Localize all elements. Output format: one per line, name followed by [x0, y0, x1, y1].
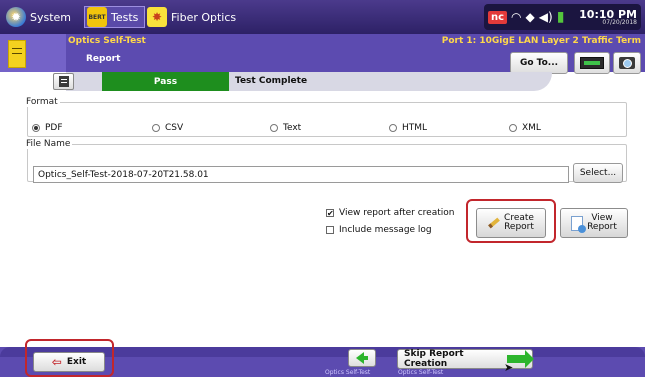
test-state-text: Test Complete — [235, 76, 308, 86]
exit-highlight — [25, 339, 114, 377]
test-status-button[interactable] — [574, 52, 610, 74]
format-group: Format PDF CSV Text HTML XML — [26, 97, 627, 137]
create-report-highlight — [466, 199, 556, 243]
bert-icon: BERT — [87, 7, 107, 27]
checkbox-icon — [326, 226, 334, 234]
pass-status-badge: Pass — [102, 72, 229, 91]
back-caption: Optics Self-Test — [325, 369, 371, 376]
nc-badge: nc — [488, 10, 508, 24]
radio-icon — [509, 124, 517, 132]
page-title: Report — [86, 54, 121, 64]
format-label: PDF — [45, 123, 63, 133]
view-document-icon — [571, 215, 587, 233]
view-label-line2: Report — [587, 222, 617, 232]
network-icon: ◆ — [525, 10, 535, 24]
format-option-text[interactable]: Text — [270, 123, 301, 133]
tests-label: Tests — [111, 10, 139, 24]
view-after-creation-checkbox[interactable]: ✔ View report after creation — [326, 208, 454, 218]
view-report-button[interactable]: View Report — [560, 208, 628, 238]
system-label: System — [30, 10, 72, 24]
file-name-group: File Name Select... — [26, 139, 627, 183]
format-option-csv[interactable]: CSV — [152, 123, 183, 133]
signal-meter-icon — [580, 57, 604, 69]
tests-tab[interactable]: BERT Tests — [84, 6, 146, 28]
select-file-button[interactable]: Select... — [573, 163, 623, 183]
fiber-optics-label: Fiber Optics — [171, 10, 237, 24]
fiber-optics-icon: ✸ — [147, 7, 167, 27]
view-report-label: View Report — [587, 213, 617, 233]
system-gear-icon: ✹ — [6, 7, 26, 27]
header-icon-panel — [0, 34, 66, 72]
back-button[interactable] — [348, 349, 376, 367]
format-option-pdf[interactable]: PDF — [32, 123, 63, 133]
skip-caption: Optics Self-Test — [398, 369, 444, 376]
checkbox-label: Include message log — [339, 225, 432, 235]
screenshot-button[interactable] — [613, 52, 641, 74]
radio-icon — [270, 124, 278, 132]
arrow-left-icon — [356, 352, 368, 364]
file-name-legend: File Name — [26, 139, 71, 149]
report-view-button[interactable] — [53, 73, 74, 90]
skip-label: Skip Report Creation — [404, 349, 464, 369]
fiber-optics-tab[interactable]: ✸ Fiber Optics — [145, 6, 242, 28]
goto-button[interactable]: Go To... — [510, 52, 568, 74]
test-status-strip: Pass Test Complete — [53, 72, 552, 91]
format-label: XML — [522, 123, 541, 133]
camera-icon — [619, 57, 635, 69]
checkbox-label: View report after creation — [339, 208, 455, 218]
radio-icon — [152, 124, 160, 132]
format-option-html[interactable]: HTML — [389, 123, 427, 133]
format-legend: Format — [26, 97, 58, 107]
mouse-pointer-icon: ➤ — [504, 361, 514, 374]
battery-icon: ▮ — [556, 9, 565, 25]
clock: 10:10 PM 07/20/2018 — [579, 9, 637, 26]
format-label: CSV — [165, 123, 184, 133]
report-doc-icon — [58, 76, 69, 87]
format-label: HTML — [402, 123, 428, 133]
radio-icon — [389, 124, 397, 132]
test-title: Optics Self-Test — [68, 36, 146, 46]
checkbox-checked-icon: ✔ — [326, 209, 334, 218]
report-file-icon — [8, 40, 26, 68]
radio-selected-icon — [32, 124, 40, 132]
file-name-input[interactable] — [33, 166, 569, 183]
clock-time: 10:10 PM — [579, 7, 637, 21]
format-label: Text — [283, 123, 302, 133]
format-option-xml[interactable]: XML — [509, 123, 541, 133]
system-menu-button[interactable]: ✹ System — [6, 6, 71, 28]
test-header: Optics Self-Test Report Port 1: 10GigE L… — [0, 34, 645, 74]
status-tray: nc ◠ ◆ ◀) ▮ 10:10 PM 07/20/2018 — [484, 4, 641, 30]
include-message-log-checkbox[interactable]: Include message log — [326, 225, 432, 235]
wifi-icon: ◠ — [511, 10, 522, 24]
port-info: Port 1: 10GigE LAN Layer 2 Traffic Term — [441, 36, 641, 46]
system-top-bar: ✹ System BERT Tests ✸ Fiber Optics nc ◠ … — [0, 0, 645, 34]
speaker-icon[interactable]: ◀) — [539, 10, 553, 24]
